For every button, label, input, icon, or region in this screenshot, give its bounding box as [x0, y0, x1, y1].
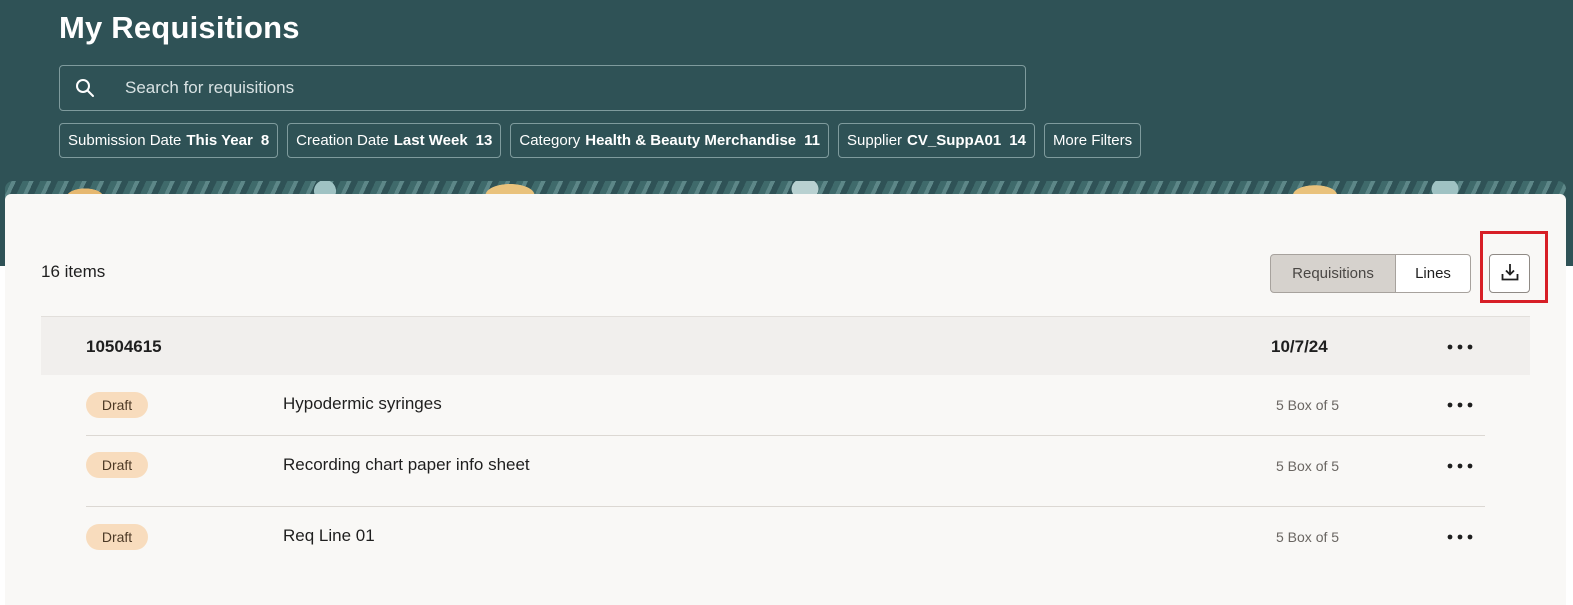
filter-count: 13: [475, 132, 493, 149]
line-description[interactable]: Recording chart paper info sheet: [283, 455, 530, 475]
line-quantity: 5 Box of 5: [1276, 397, 1340, 413]
search-icon: [75, 78, 95, 98]
filter-label: Supplier: [847, 132, 903, 149]
more-filters-button[interactable]: More Filters: [1043, 123, 1142, 158]
filter-label: Category: [519, 132, 581, 149]
requisition-number[interactable]: 10504615: [86, 337, 162, 357]
page-title: My Requisitions: [59, 10, 300, 45]
search-box[interactable]: [59, 65, 1026, 111]
filter-chip-creation-date[interactable]: Creation Date Last Week 13: [287, 123, 502, 158]
filter-count: 14: [1009, 132, 1026, 149]
requisition-actions-button[interactable]: [1447, 337, 1473, 357]
download-button[interactable]: [1489, 254, 1530, 293]
view-lines-button[interactable]: Lines: [1396, 254, 1471, 293]
view-toggle: Requisitions Lines: [1270, 254, 1471, 293]
filter-chip-submission-date[interactable]: Submission Date This Year 8: [59, 123, 279, 158]
line-description[interactable]: Hypodermic syringes: [283, 394, 442, 414]
filter-value: CV_SuppA01: [907, 132, 1002, 149]
line-actions-button[interactable]: [1447, 456, 1473, 476]
filter-chip-category[interactable]: Category Health & Beauty Merchandise 11: [510, 123, 829, 158]
more-icon: [1447, 402, 1473, 408]
filter-chips: Submission Date This Year 8 Creation Dat…: [59, 123, 1142, 158]
line-quantity: 5 Box of 5: [1276, 458, 1340, 474]
items-count: 16 items: [41, 262, 106, 281]
filter-value: Health & Beauty Merchandise: [585, 132, 797, 149]
more-icon: [1447, 463, 1473, 469]
requisition-date: 10/7/24: [1271, 337, 1328, 356]
filter-value: Last Week: [393, 132, 468, 149]
filter-count: 11: [804, 132, 820, 149]
filter-value: This Year: [186, 132, 253, 149]
status-badge: Draft: [86, 452, 148, 478]
more-icon: [1447, 344, 1473, 350]
line-description[interactable]: Req Line 01: [283, 526, 375, 546]
line-quantity: 5 Box of 5: [1276, 529, 1340, 545]
status-badge: Draft: [86, 392, 148, 418]
filter-label: Creation Date: [296, 132, 389, 149]
line-actions-button[interactable]: [1447, 395, 1473, 415]
download-icon: [1500, 262, 1520, 285]
filter-label: Submission Date: [68, 132, 182, 149]
line-actions-button[interactable]: [1447, 527, 1473, 547]
view-requisitions-button[interactable]: Requisitions: [1270, 254, 1396, 293]
filter-count: 8: [260, 132, 270, 149]
filter-chip-supplier[interactable]: Supplier CV_SuppA01 14: [838, 123, 1035, 158]
search-input[interactable]: [123, 77, 1025, 99]
more-icon: [1447, 534, 1473, 540]
status-badge: Draft: [86, 524, 148, 550]
